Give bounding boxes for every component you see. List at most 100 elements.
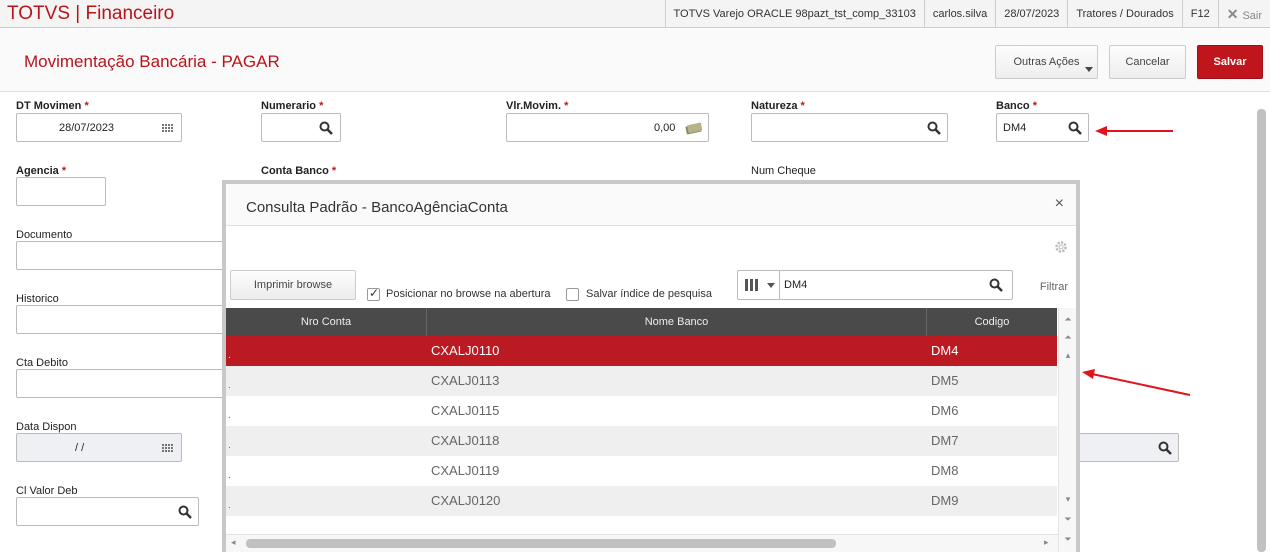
cell-nome-banco: CXALJ0115 [431,403,500,418]
cell-codigo: DM7 [931,433,959,448]
grid-horizontal-scrollbar[interactable]: ◂ ▸ [226,534,1058,552]
dt-movimen-field[interactable]: 28/07/2023 [16,113,182,142]
app-brand: TOTVS | Financeiro [7,3,175,24]
agencia-label: Agencia * [16,165,67,177]
gear-icon[interactable] [1054,240,1068,254]
data-dispon-field[interactable]: / / [16,433,182,462]
more-actions-button[interactable]: Outras Ações [995,45,1098,79]
scroll-page-down-icon[interactable]: ⏷ [1062,512,1074,526]
search-icon[interactable] [989,278,1003,292]
search-icon[interactable] [927,121,941,135]
natureza-field[interactable] [751,113,948,142]
table-row[interactable]: . CXALJ0120 DM9 [226,486,1057,516]
close-icon[interactable]: × [1055,195,1064,213]
top-bar: TOTVS | Financeiro TOTVS Varejo ORACLE 9… [0,0,1270,28]
table-row[interactable]: . CXALJ0113 DM5 [226,366,1057,396]
dt-movimen-label: DT Movimen * [16,100,89,112]
table-row[interactable]: . CXALJ0115 DM6 [226,396,1057,426]
data-dispon-label: Data Dispon [16,421,77,433]
column-header-nome-banco[interactable]: Nome Banco [427,308,927,336]
calendar-icon[interactable] [161,123,175,134]
date-label[interactable]: 28/07/2023 [995,0,1067,28]
lookup-dialog: Consulta Padrão - BancoAgênciaConta × Im… [222,180,1080,552]
search-icon[interactable] [1068,121,1082,135]
num-cheque-label: Num Cheque [751,165,816,177]
results-grid: Nro Conta Nome Banco Codigo . CXALJ0110 … [226,308,1057,532]
cell-nome-banco: CXALJ0113 [431,373,500,388]
cell-nome-banco: CXALJ0119 [431,463,500,478]
red-arrow-annotation [1095,126,1173,136]
scroll-left-icon[interactable]: ◂ [231,537,236,548]
agencia-field[interactable] [16,177,106,206]
filter-link[interactable]: Filtrar [1040,281,1068,293]
page-scrollbar-thumb[interactable] [1257,109,1266,552]
save-index-checkbox[interactable] [566,288,579,301]
search-box: DM4 [737,270,1013,300]
dialog-title: Consulta Padrão - BancoAgênciaConta [246,199,508,216]
scroll-last-icon[interactable]: ⏷ [1062,532,1074,546]
branch-label[interactable]: Tratores / Dourados [1067,0,1181,28]
f12-shortcut[interactable]: F12 [1181,0,1218,28]
cell-nome-banco: CXALJ0118 [431,433,500,448]
cell-nro-conta: . [228,410,231,421]
page-scrollbar[interactable] [1255,95,1268,552]
close-icon: ✕ [1226,6,1239,22]
cta-debito-field[interactable] [16,369,226,398]
grid-vertical-scrollbar[interactable]: ⏶ ⏶ ▴ ▾ ⏷ ⏷ [1058,308,1076,552]
cancel-button[interactable]: Cancelar [1109,45,1186,79]
column-header-codigo[interactable]: Codigo [927,308,1057,336]
cell-nro-conta: . [228,380,231,391]
banco-field[interactable]: DM4 [996,113,1089,142]
exit-button[interactable]: ✕ Sair [1217,0,1270,28]
cell-codigo: DM9 [931,493,959,508]
cell-nro-conta: . [228,350,231,361]
scroll-first-icon[interactable]: ⏶ [1062,312,1074,326]
grid-header: Nro Conta Nome Banco Codigo [226,308,1057,336]
exit-label: Sair [1242,10,1262,22]
scroll-up-icon[interactable]: ▴ [1062,348,1074,362]
cell-codigo: DM8 [931,463,959,478]
cell-nro-conta: . [228,440,231,451]
column-header-nro-conta[interactable]: Nro Conta [226,308,427,336]
vlr-movim-field[interactable]: 0,00 [506,113,709,142]
search-icon[interactable] [178,505,192,519]
historico-field[interactable] [16,305,226,334]
cl-valor-deb-field[interactable] [16,497,199,526]
search-icon[interactable] [319,121,333,135]
vlr-movim-label: Vlr.Movim. * [506,100,569,112]
scroll-right-icon[interactable]: ▸ [1044,537,1049,548]
documento-field[interactable] [16,241,226,270]
search-input[interactable]: DM4 [784,279,807,291]
cell-nome-banco: CXALJ0110 [431,343,500,358]
red-arrow-annotation [1082,369,1191,396]
cell-nro-conta: . [228,500,231,511]
page-title: Movimentação Bancária - PAGAR [24,52,280,71]
dialog-header: Consulta Padrão - BancoAgênciaConta × [226,184,1076,226]
save-button[interactable]: Salvar [1197,45,1263,79]
chevron-down-icon [767,283,775,288]
calendar-icon[interactable] [161,443,175,454]
save-index-label[interactable]: Salvar índice de pesquisa [586,288,712,300]
table-row[interactable]: . CXALJ0110 DM4 [226,336,1057,366]
column-selector[interactable] [738,271,780,299]
print-browse-button[interactable]: Imprimir browse [230,270,356,300]
scroll-down-icon[interactable]: ▾ [1062,492,1074,506]
natureza-label: Natureza * [751,100,805,112]
scroll-page-up-icon[interactable]: ⏶ [1062,330,1074,344]
table-row[interactable]: . CXALJ0119 DM8 [226,456,1057,486]
cell-nome-banco: CXALJ0120 [431,493,501,508]
search-icon[interactable] [1158,441,1172,455]
position-browse-label[interactable]: Posicionar no browse na abertura [386,288,550,300]
environment-label[interactable]: TOTVS Varejo ORACLE 98pazt_tst_comp_3310… [664,0,924,28]
user-label[interactable]: carlos.silva [923,0,995,28]
conta-banco-label: Conta Banco * [261,165,337,177]
cta-debito-label: Cta Debito [16,357,68,369]
position-browse-checkbox[interactable] [367,286,380,301]
numerario-label: Numerario * [261,100,324,112]
cl-valor-deb-label: Cl Valor Deb [16,485,78,497]
table-row[interactable]: . CXALJ0118 DM7 [226,426,1057,456]
cell-codigo: DM6 [931,403,959,418]
grid-horizontal-thumb[interactable] [246,539,836,548]
top-info: TOTVS Varejo ORACLE 98pazt_tst_comp_3310… [664,0,1270,28]
numerario-field[interactable] [261,113,341,142]
